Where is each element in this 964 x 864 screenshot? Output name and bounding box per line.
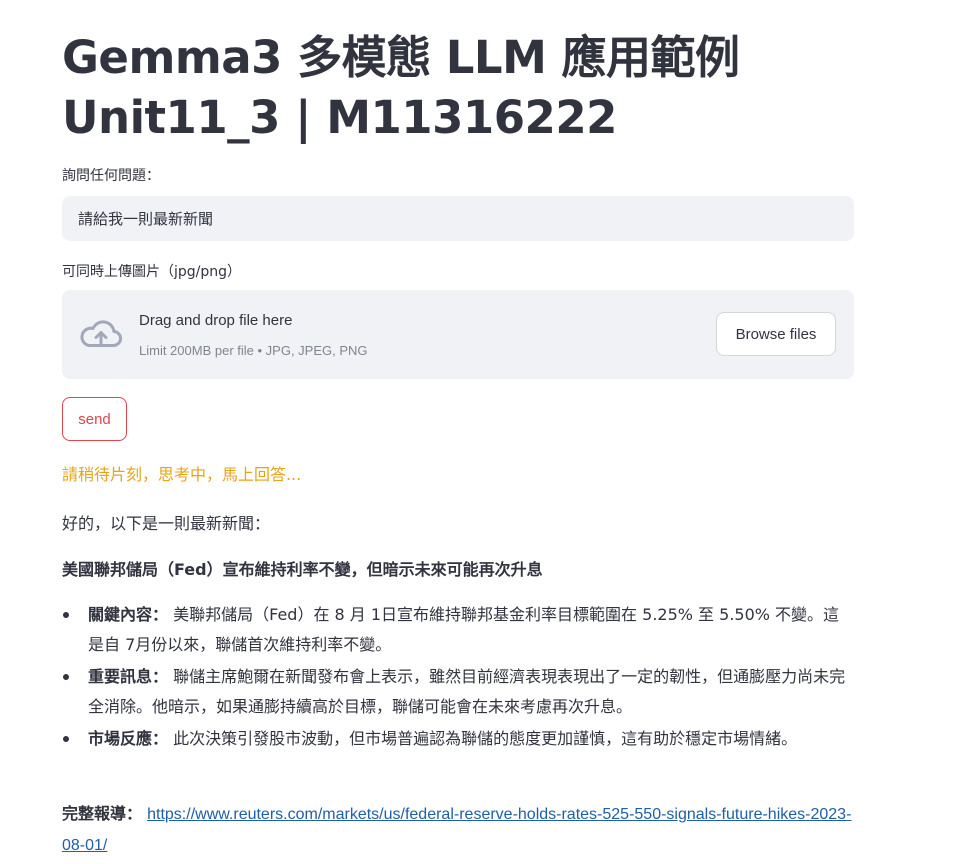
- page-title-line2: Unit11_3 | M11316222: [62, 91, 617, 144]
- bullet-dot: [63, 674, 69, 680]
- status-message: 請稍待片刻，思考中，馬上回答...: [62, 465, 302, 484]
- full-report: 完整報導： https://www.reuters.com/markets/us…: [62, 799, 854, 861]
- bullet-text: 聯儲主席鮑爾在新聞發布會上表示，雖然目前經濟表現表現出了一定的韌性，但通膨壓力尚…: [88, 667, 846, 716]
- dropzone-title: Drag and drop file here: [139, 312, 293, 329]
- bullet-key: 市場反應：: [88, 729, 169, 748]
- page-title: Gemma3 多模態 LLM 應用範例 Unit11_3 | M11316222: [62, 28, 740, 148]
- dropzone-hint: Limit 200MB per file • JPG, JPEG, PNG: [139, 343, 368, 358]
- question-label: 詢問任何問題：: [62, 168, 160, 184]
- full-report-label: 完整報導：: [62, 804, 143, 823]
- bullet-key: 關鍵內容：: [88, 605, 169, 624]
- news-bullet-list: 關鍵內容： 美聯邦儲局（Fed）在 8 月 1日宣布維持聯邦基金利率目標範圍在 …: [62, 600, 854, 756]
- page-title-line1: Gemma3 多模態 LLM 應用範例: [62, 31, 740, 84]
- response-intro: 好的，以下是一則最新新聞：: [62, 514, 271, 533]
- bullet-text: 此次決策引發股市波動，但市場普遍認為聯儲的態度更加謹慎，這有助於穩定市場情緒。: [173, 729, 798, 748]
- file-dropzone[interactable]: Drag and drop file here Limit 200MB per …: [62, 290, 854, 379]
- list-item: 市場反應： 此次決策引發股市波動，但市場普遍認為聯儲的態度更加謹慎，這有助於穩定…: [62, 724, 854, 754]
- news-headline: 美國聯邦儲局（Fed）宣布維持利率不變，但暗示未來可能再次升息: [62, 560, 543, 579]
- question-input-value: 請給我一則最新新聞: [78, 210, 214, 228]
- bullet-key: 重要訊息：: [88, 667, 169, 686]
- send-button[interactable]: send: [62, 397, 127, 441]
- bullet-text: 美聯邦儲局（Fed）在 8 月 1日宣布維持聯邦基金利率目標範圍在 5.25% …: [88, 605, 840, 654]
- upload-label: 可同時上傳圖片（jpg/png）: [62, 264, 242, 280]
- list-item: 關鍵內容： 美聯邦儲局（Fed）在 8 月 1日宣布維持聯邦基金利率目標範圍在 …: [62, 600, 854, 660]
- bullet-dot: [63, 736, 69, 742]
- browse-files-button[interactable]: Browse files: [716, 312, 836, 356]
- bullet-dot: [63, 612, 69, 618]
- cloud-upload-icon: [80, 320, 122, 347]
- full-report-link[interactable]: https://www.reuters.com/markets/us/feder…: [62, 806, 851, 854]
- question-input[interactable]: 請給我一則最新新聞: [62, 196, 854, 241]
- list-item: 重要訊息： 聯儲主席鮑爾在新聞發布會上表示，雖然目前經濟表現表現出了一定的韌性，…: [62, 662, 854, 722]
